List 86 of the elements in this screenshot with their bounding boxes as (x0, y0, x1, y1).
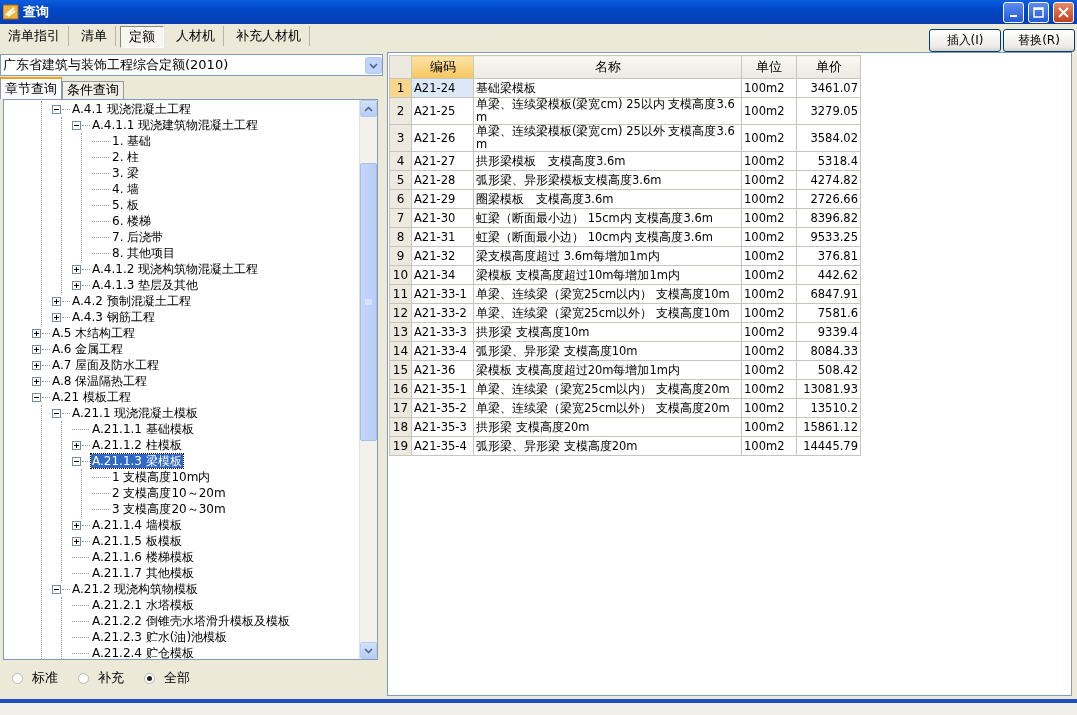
tree-item[interactable]: 2. 柱 (111, 150, 141, 164)
minimize-icon (1010, 15, 1017, 17)
expand-icon[interactable] (72, 280, 81, 290)
collapse-icon[interactable] (72, 456, 81, 466)
tree-item[interactable]: 3. 梁 (111, 166, 141, 180)
tree-item[interactable]: 1. 基础 (111, 134, 153, 148)
tree-item[interactable]: 7. 后浇带 (111, 230, 165, 244)
tree-item[interactable]: 6. 楼梯 (111, 214, 153, 228)
tree-item[interactable]: A.8 保温隔热工程 (51, 374, 149, 388)
expand-icon[interactable] (72, 440, 81, 450)
radio-option[interactable]: 全部 (144, 669, 190, 687)
price-cell: 3279.05 (796, 97, 861, 125)
radio-option[interactable]: 补充 (78, 669, 124, 687)
window-title: 查询 (23, 3, 50, 21)
tree-item[interactable]: A.21.1 现浇混凝土模板 (71, 406, 200, 420)
tree-item[interactable]: A.21.1.6 楼梯模板 (91, 550, 195, 564)
tree-item[interactable]: A.4.2 预制混凝土工程 (71, 294, 192, 308)
tree-item[interactable]: 5. 板 (111, 198, 141, 212)
tab[interactable]: 人材机 (168, 26, 224, 46)
header-corner (389, 55, 412, 79)
row-number[interactable]: 3 (389, 124, 412, 152)
column-header[interactable]: 单价 (796, 55, 861, 79)
expand-icon[interactable] (32, 376, 41, 386)
tree-item[interactable]: A.4.3 钢筋工程 (71, 310, 156, 324)
expand-icon[interactable] (52, 296, 61, 306)
expand-icon[interactable] (72, 264, 81, 274)
tab[interactable]: 定额 (120, 26, 164, 48)
tree-item[interactable]: A.21.1.4 墙模板 (91, 518, 183, 532)
expand-icon[interactable] (52, 312, 61, 322)
column-header[interactable]: 编码 (411, 55, 474, 79)
tree-item[interactable]: 4. 墙 (111, 182, 141, 196)
tree-item[interactable]: A.21.1.3 梁模板 (91, 454, 183, 468)
name-cell: 单梁、连续梁模板(梁宽cm) 25以外 支模高度3.6m (473, 124, 742, 152)
tab[interactable]: 清单 (73, 26, 116, 46)
expand-icon[interactable] (32, 328, 41, 338)
row-number[interactable]: 2 (389, 97, 412, 125)
insert-button[interactable]: 插入(I) (929, 29, 1001, 52)
collapse-icon[interactable] (72, 120, 81, 130)
tree-item[interactable]: A.7 屋面及防水工程 (51, 358, 161, 372)
tree-item[interactable]: A.21.1.1 基础模板 (91, 422, 195, 436)
collapse-icon[interactable] (32, 392, 41, 402)
expand-icon[interactable] (72, 520, 81, 530)
tree-item[interactable]: A.4.1 现浇混凝土工程 (71, 102, 192, 116)
price-cell: 3584.02 (796, 124, 861, 152)
tree-item[interactable]: A.21.2.1 水塔模板 (91, 598, 195, 612)
tab[interactable]: 补充人材机 (228, 26, 310, 46)
tree-item[interactable]: A.21.2.4 贮仓模板 (91, 646, 195, 659)
tree-item[interactable]: A.4.1.2 现浇构筑物混凝土工程 (91, 262, 260, 276)
maximize-button[interactable] (1028, 1, 1049, 23)
app-icon (3, 4, 19, 20)
tab[interactable]: 清单指引 (0, 26, 69, 46)
tree-item[interactable]: A.21.2 现浇构筑物模板 (71, 582, 200, 596)
tree-item[interactable]: A.6 金属工程 (51, 342, 125, 356)
tab[interactable]: 章节查询 (0, 77, 62, 99)
tab[interactable]: 条件查询 (62, 81, 124, 99)
name-cell: 单梁、连续梁模板(梁宽cm) 25以内 支模高度3.6m (473, 97, 742, 125)
expand-icon[interactable] (32, 360, 41, 370)
quota-dropdown[interactable]: 广东省建筑与装饰工程综合定额(2010) (0, 54, 383, 76)
grip-icon (365, 299, 372, 305)
radio-option[interactable]: 标准 (12, 669, 58, 687)
tree-item[interactable]: A.21.1.7 其他模板 (91, 566, 195, 580)
close-button[interactable] (1053, 1, 1074, 23)
expand-icon[interactable] (32, 344, 41, 354)
column-header[interactable]: 名称 (473, 55, 742, 79)
tree-item[interactable]: 2 支模高度10～20m (111, 486, 227, 500)
tree-item[interactable]: A.21.2.2 倒锥壳水塔滑升模板及模板 (91, 614, 291, 628)
maximize-icon (1033, 6, 1044, 18)
minimize-button[interactable] (1003, 1, 1024, 23)
collapse-icon[interactable] (52, 408, 61, 418)
tree-item[interactable]: A.4.1.1 现浇建筑物混凝土工程 (91, 118, 260, 132)
tree-item[interactable]: A.21 模板工程 (51, 390, 132, 404)
tree-item[interactable]: 8. 其他项目 (111, 246, 177, 260)
replace-button[interactable]: 替换(R) (1003, 29, 1075, 52)
tree-item[interactable]: A.21.2.3 贮水(油)池模板 (91, 630, 229, 644)
scrollbar[interactable] (359, 100, 377, 659)
tree-item[interactable]: A.21.1.2 柱模板 (91, 438, 183, 452)
tree-item[interactable]: A.4.1.3 垫层及其他 (91, 278, 200, 292)
expand-icon[interactable] (72, 536, 81, 546)
collapse-icon[interactable] (52, 104, 61, 114)
tree-item[interactable]: 1 支模高度10m内 (111, 470, 212, 484)
tree-item[interactable]: A.5 木结构工程 (51, 326, 137, 340)
tree-item[interactable]: A.21.1.5 板模板 (91, 534, 183, 548)
collapse-icon[interactable] (52, 584, 61, 594)
tree-item[interactable]: 3 支模高度20～30m (111, 502, 227, 516)
column-header[interactable]: 单位 (741, 55, 797, 79)
close-icon (1058, 6, 1069, 18)
